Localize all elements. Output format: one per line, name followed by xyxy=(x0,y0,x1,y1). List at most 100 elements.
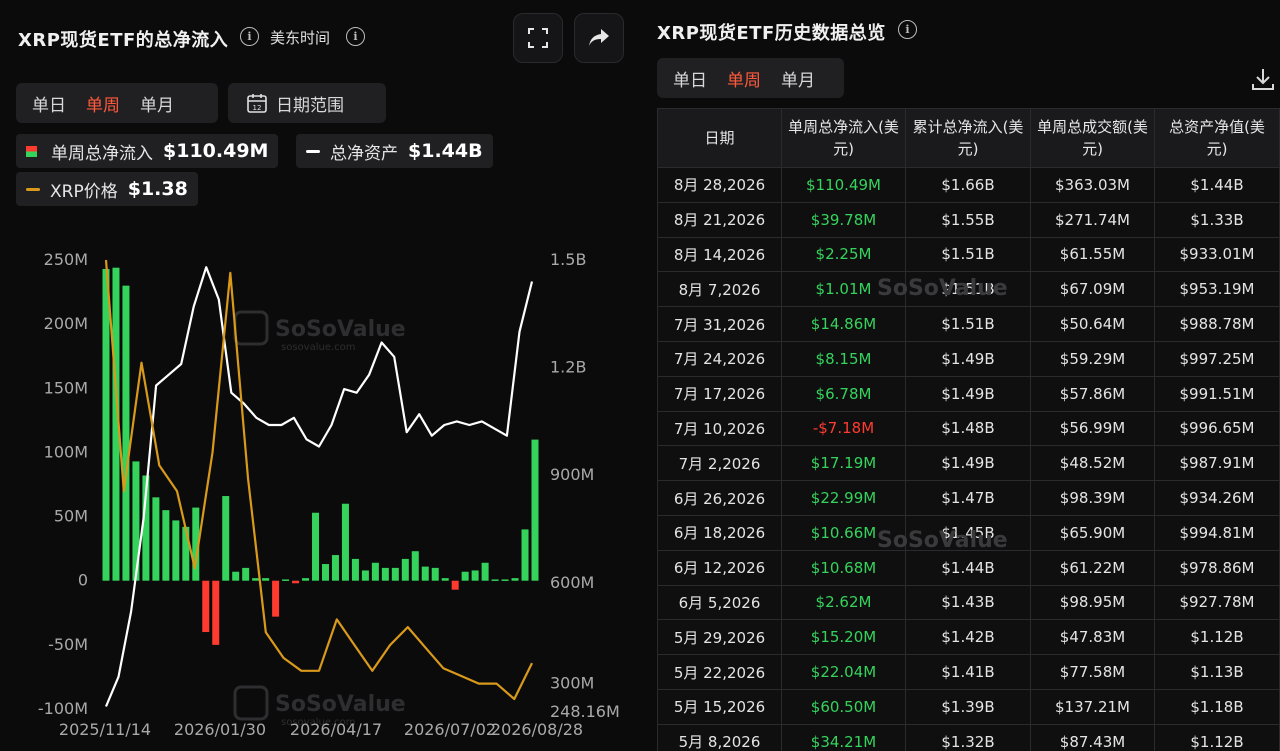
watermark-brand: SoSoValue xyxy=(275,317,406,342)
y-left-tick-label: -100M xyxy=(38,699,88,718)
table-cell: 6月 5,2026 xyxy=(657,584,782,621)
table-header-cell[interactable]: 累计总净流入(美元) xyxy=(905,108,1031,168)
x-tick-label: 2026/01/30 xyxy=(174,720,266,739)
table-cell: $1.33B xyxy=(1154,201,1280,238)
table-cell: 5月 8,2026 xyxy=(657,723,782,751)
net-inflow-bar xyxy=(341,503,349,581)
table-cell: $50.64M xyxy=(1030,306,1155,342)
net-inflow-bar xyxy=(252,578,260,581)
net-inflow-bar xyxy=(102,268,110,581)
net-inflow-bar xyxy=(312,512,320,581)
table-cell: $57.86M xyxy=(1030,375,1155,412)
share-button[interactable] xyxy=(574,13,624,63)
download-button[interactable] xyxy=(1250,66,1276,96)
timezone-label: 美东时间 xyxy=(270,29,331,47)
net-inflow-bar xyxy=(262,578,270,581)
table-cell: $34.21M xyxy=(781,723,906,751)
net-inflow-bar xyxy=(411,551,419,581)
table-cell: $60.50M xyxy=(781,688,906,725)
table-cell: $1.43B xyxy=(905,584,1031,621)
table-cell: $61.55M xyxy=(1030,236,1155,273)
table-cell: $1.13B xyxy=(1154,654,1280,690)
table-title: XRP现货ETF历史数据总览 xyxy=(657,23,886,44)
table-row: 8月 21,2026 $39.78M $1.55B $271.74M $1.33B xyxy=(657,201,1280,238)
table-cell: $933.01M xyxy=(1154,236,1280,273)
table-header-cell[interactable]: 日期 xyxy=(657,108,782,168)
net-inflow-bar xyxy=(272,580,280,617)
table-cell: 5月 15,2026 xyxy=(657,688,782,725)
table-cell: -$7.18M xyxy=(781,410,906,447)
table-cell: 7月 10,2026 xyxy=(657,410,782,447)
net-inflow-value: $110.49M xyxy=(163,140,269,162)
table-cell: 7月 31,2026 xyxy=(657,306,782,342)
fullscreen-button[interactable] xyxy=(513,13,563,63)
table-cell: 5月 29,2026 xyxy=(657,619,782,656)
table-cell: $2.25M xyxy=(781,236,906,273)
table-header-cell[interactable]: 单周总成交额(美元) xyxy=(1030,108,1155,168)
date-range-button[interactable]: 12 日期范围 xyxy=(228,83,386,123)
table-cell: $991.51M xyxy=(1154,375,1280,412)
tab-monthly[interactable]: 单月 xyxy=(130,91,184,116)
net-inflow-bar xyxy=(401,558,409,581)
table-row: 8月 28,2026 $110.49M $1.66B $363.03M $1.44B xyxy=(657,167,1280,203)
table-cell: $1.41B xyxy=(905,654,1031,690)
table-cell: $934.26M xyxy=(1154,480,1280,516)
tab-daily[interactable]: 单日 xyxy=(22,91,76,116)
tab-weekly[interactable]: 单周 xyxy=(76,91,130,116)
net-inflow-bar xyxy=(531,439,539,581)
table-header-cell[interactable]: 单周总净流入(美元) xyxy=(781,108,906,168)
table-tab-daily[interactable]: 单日 xyxy=(663,66,717,91)
table-cell: $87.43M xyxy=(1030,723,1155,751)
y-right-tick-label: 1.5B xyxy=(550,250,586,269)
table-row: 7月 17,2026 $6.78M $1.49B $57.86M $991.51M xyxy=(657,375,1280,412)
x-tick-label: 2026/08/28 xyxy=(491,720,583,739)
table-info-icon[interactable]: i xyxy=(898,20,917,39)
table-tab-weekly[interactable]: 单周 xyxy=(717,66,771,91)
table-cell: $1.47B xyxy=(905,480,1031,516)
table-cell: $1.18B xyxy=(1154,688,1280,725)
net-inflow-bar xyxy=(212,580,220,645)
net-inflow-bar xyxy=(182,526,190,581)
y-left-tick-label: 50M xyxy=(54,507,88,526)
watermark-brand: SoSoValue xyxy=(275,692,406,717)
net-inflow-label: 单周总净流入 xyxy=(51,143,153,164)
table-row: 6月 5,2026 $2.62M $1.43B $98.95M $927.78M xyxy=(657,584,1280,621)
table-cell: $988.78M xyxy=(1154,306,1280,342)
y-right-tick-label: 1.2B xyxy=(550,358,586,377)
legend-xrp-price[interactable]: XRP价格 $1.38 xyxy=(16,172,198,206)
table-cell: 7月 2,2026 xyxy=(657,445,782,482)
net-inflow-bar xyxy=(381,567,389,581)
table-header-cell[interactable]: 总资产净值(美元) xyxy=(1154,108,1280,168)
net-inflow-bar xyxy=(461,571,469,581)
watermark-logo-icon xyxy=(233,310,269,346)
table-cell: $1.49B xyxy=(905,340,1031,377)
table-row: 7月 24,2026 $8.15M $1.49B $59.29M $997.25M xyxy=(657,340,1280,377)
info-icon[interactable]: i xyxy=(240,27,259,46)
watermark-url: sosovalue.com xyxy=(281,342,356,353)
timezone-info-icon[interactable]: i xyxy=(346,27,365,46)
share-icon xyxy=(589,29,609,46)
table-cell: $137.21M xyxy=(1030,688,1155,725)
table-row: 5月 8,2026 $34.21M $1.32B $87.43M $1.12B xyxy=(657,723,1280,751)
table-cell: $77.58M xyxy=(1030,654,1155,690)
history-table: 日期 单周总净流入(美元) 累计总净流入(美元) 单周总成交额(美元) 总资产净值(美元… xyxy=(657,108,1280,751)
net-inflow-bar xyxy=(282,579,290,581)
table-cell: $1.48B xyxy=(905,410,1031,447)
table-cell: $953.19M xyxy=(1154,271,1280,308)
table-cell: $927.78M xyxy=(1154,584,1280,621)
net-inflow-bar xyxy=(481,562,489,581)
y-left-tick-label: 150M xyxy=(44,378,88,397)
legend-net-assets[interactable]: 总净资产 $1.44B xyxy=(296,134,493,168)
table-cell: $8.15M xyxy=(781,340,906,377)
legend-net-inflow[interactable]: 单周总净流入 $110.49M xyxy=(16,134,279,168)
net-inflow-bar xyxy=(431,567,439,581)
table-cell: 7月 24,2026 xyxy=(657,340,782,377)
table-tab-monthly[interactable]: 单月 xyxy=(771,66,825,91)
table-cell: $1.44B xyxy=(1154,167,1280,203)
net-inflow-bar xyxy=(242,567,250,581)
table-cell: $1.45B xyxy=(905,514,1031,551)
table-cell: $1.12B xyxy=(1154,723,1280,751)
fullscreen-icon xyxy=(528,28,548,48)
table-header-row: 日期 单周总净流入(美元) 累计总净流入(美元) 单周总成交额(美元) 总资产净值(美元… xyxy=(657,108,1280,168)
net-assets-label: 总净资产 xyxy=(330,143,398,164)
